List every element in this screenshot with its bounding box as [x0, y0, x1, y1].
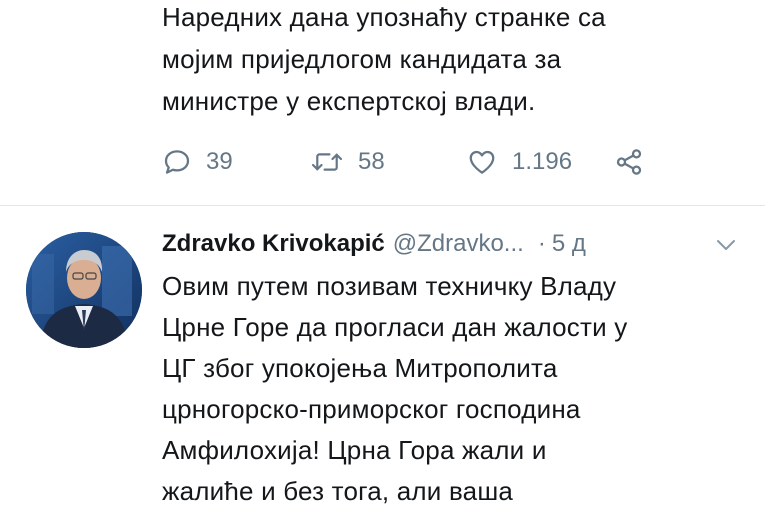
reply-button[interactable]: 39: [162, 140, 233, 184]
retweet-icon: [310, 147, 344, 177]
tweet-time[interactable]: 5 д: [552, 230, 586, 258]
previous-tweet-text: Наредних дана упознаћу странке са мојим …: [162, 2, 606, 116]
previous-tweet: Наредних дана упознаћу странке са мојим …: [0, 0, 765, 206]
tweet[interactable]: Zdravko Krivokapić @Zdravko... · 5 д Ови…: [0, 206, 765, 510]
reply-icon: [162, 147, 192, 177]
tweet-text: Овим путем позивам техничку Владу Црне Г…: [162, 271, 628, 506]
retweet-button[interactable]: 58: [310, 140, 385, 184]
reply-count: 39: [206, 148, 233, 175]
tweet-header: Zdravko Krivokapić @Zdravko... · 5 д: [162, 224, 752, 264]
like-count: 1.196: [512, 148, 573, 175]
avatar[interactable]: [26, 232, 142, 348]
share-button[interactable]: [614, 140, 644, 184]
heart-icon: [466, 147, 498, 177]
like-button[interactable]: 1.196: [466, 140, 572, 184]
separator-dot: ·: [537, 230, 546, 257]
retweet-count: 58: [358, 148, 385, 175]
author-name[interactable]: Zdravko Krivokapić: [162, 230, 385, 258]
tweet-actions: 39 58 1.196: [162, 140, 762, 184]
chevron-down-icon[interactable]: [714, 234, 738, 262]
share-icon: [614, 147, 644, 177]
author-handle[interactable]: @Zdravko...: [393, 230, 524, 258]
